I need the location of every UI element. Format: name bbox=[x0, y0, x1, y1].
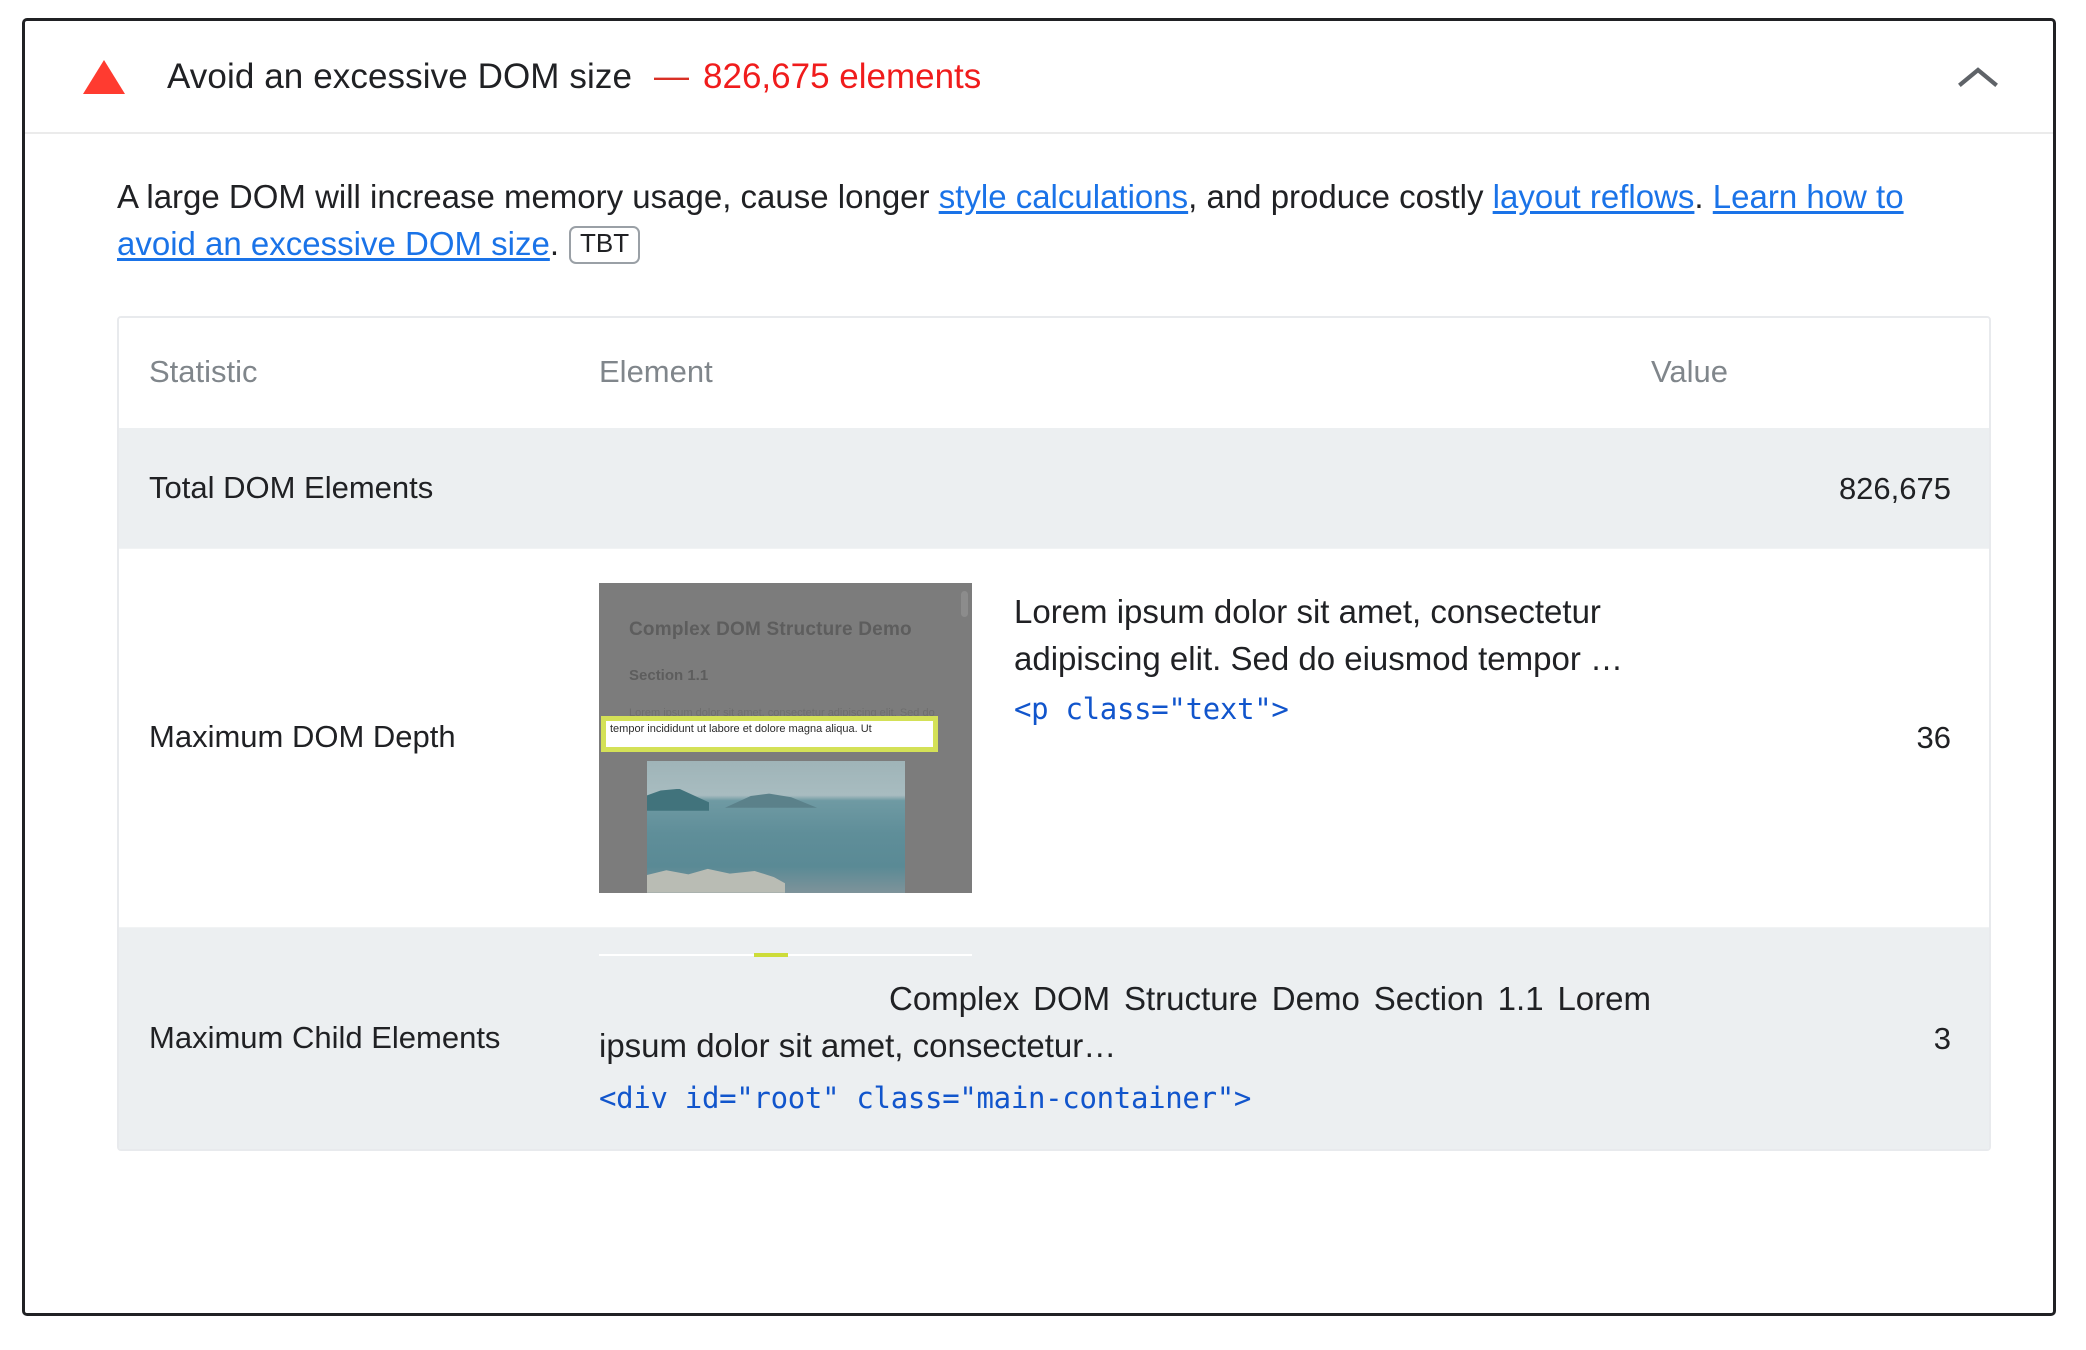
table-header: Statistic Element Value bbox=[119, 317, 1989, 430]
element-snippet-text: Complex DOM Structure Demo Section 1.1 L… bbox=[599, 976, 1651, 1070]
element-code-snippet[interactable]: <div id="root" class="main-container"> bbox=[599, 1081, 1651, 1115]
element-code-snippet[interactable]: <p class="text"> bbox=[1014, 692, 1651, 726]
element-thumbnail[interactable] bbox=[599, 952, 972, 958]
cell-statistic: Maximum DOM Depth bbox=[119, 547, 599, 928]
cell-statistic: Maximum Child Elements bbox=[119, 927, 599, 1150]
audit-separator: — bbox=[654, 56, 690, 96]
cell-value: 3 bbox=[1651, 927, 1989, 1150]
photo-hill-left bbox=[647, 788, 709, 811]
audit-card: Avoid an excessive DOM size — 826,675 el… bbox=[22, 18, 2056, 1316]
description-part-4: . bbox=[549, 224, 560, 262]
element-highlight-box: tempor incididunt ut labore et dolore ma… bbox=[601, 715, 938, 752]
warning-triangle-icon bbox=[83, 59, 125, 94]
link-layout-reflows[interactable]: layout reflows bbox=[1493, 178, 1695, 215]
photo-hill-mid bbox=[725, 793, 817, 808]
statistic-label: Maximum DOM Depth bbox=[149, 719, 456, 755]
table-row: Total DOM Elements 826,675 bbox=[119, 428, 1989, 549]
table-row: Maximum Child Elements Complex DOM Struc… bbox=[119, 927, 1989, 1150]
audit-metric: 826,675 elements bbox=[703, 56, 982, 96]
cell-value: 36 bbox=[1651, 547, 1989, 928]
status-badge-tbt: TBT bbox=[569, 225, 641, 264]
thumbnail-scrollbar bbox=[961, 590, 968, 617]
element-snippet-text: Lorem ipsum dolor sit amet, consectetur … bbox=[1014, 592, 1623, 677]
cell-value: 826,675 bbox=[1651, 428, 1989, 549]
audit-header[interactable]: Avoid an excessive DOM size — 826,675 el… bbox=[25, 21, 2053, 134]
description-part-3: . bbox=[1694, 178, 1713, 215]
column-header-statistic: Statistic bbox=[119, 317, 599, 430]
table-row: Maximum DOM Depth Complex DOM Structure … bbox=[119, 547, 1989, 928]
highlighted-text: tempor incididunt ut labore et dolore ma… bbox=[610, 722, 872, 735]
value-number: 36 bbox=[1916, 719, 1951, 755]
cell-element: Complex DOM Structure Demo Section 1.1 L… bbox=[599, 547, 1651, 928]
cell-element: Complex DOM Structure Demo Section 1.1 L… bbox=[599, 927, 1651, 1150]
audit-title: Avoid an excessive DOM size bbox=[167, 56, 633, 96]
description-part-1: A large DOM will increase memory usage, … bbox=[117, 178, 939, 215]
element-thumbnail[interactable]: Complex DOM Structure Demo Section 1.1 L… bbox=[599, 582, 972, 893]
element-details: Lorem ipsum dolor sit amet, consectetur … bbox=[1014, 583, 1651, 727]
detail-table-wrapper: Statistic Element Value Total DOM Elemen… bbox=[117, 315, 1991, 1152]
thumbnail-heading: Complex DOM Structure Demo bbox=[629, 618, 912, 640]
column-header-element: Element bbox=[599, 317, 1651, 430]
description-part-2: , and produce costly bbox=[1188, 178, 1493, 215]
photo-rocks bbox=[647, 868, 785, 893]
value-number: 826,675 bbox=[1838, 470, 1951, 506]
statistic-label: Maximum Child Elements bbox=[149, 1020, 501, 1056]
thumbnail-subheading: Section 1.1 bbox=[629, 666, 709, 684]
chevron-up-icon[interactable] bbox=[1951, 50, 2005, 104]
thumbnail-photo bbox=[647, 760, 905, 893]
cell-statistic: Total DOM Elements bbox=[119, 428, 599, 549]
column-header-value: Value bbox=[1651, 317, 1989, 430]
element-highlight-box bbox=[754, 952, 788, 957]
statistic-label: Total DOM Elements bbox=[149, 470, 434, 506]
link-style-calculations[interactable]: style calculations bbox=[939, 178, 1188, 215]
table-header-row: Statistic Element Value bbox=[119, 317, 1989, 430]
value-number: 3 bbox=[1933, 1020, 1951, 1056]
audit-description: A large DOM will increase memory usage, … bbox=[25, 134, 2053, 268]
element-snippet-text-value: Complex DOM Structure Demo Section 1.1 L… bbox=[599, 979, 1651, 1064]
cell-element bbox=[599, 428, 1651, 549]
detail-table: Statistic Element Value Total DOM Elemen… bbox=[119, 317, 1989, 1150]
table-body: Total DOM Elements 826,675 Maximum DOM D… bbox=[119, 428, 1989, 1150]
